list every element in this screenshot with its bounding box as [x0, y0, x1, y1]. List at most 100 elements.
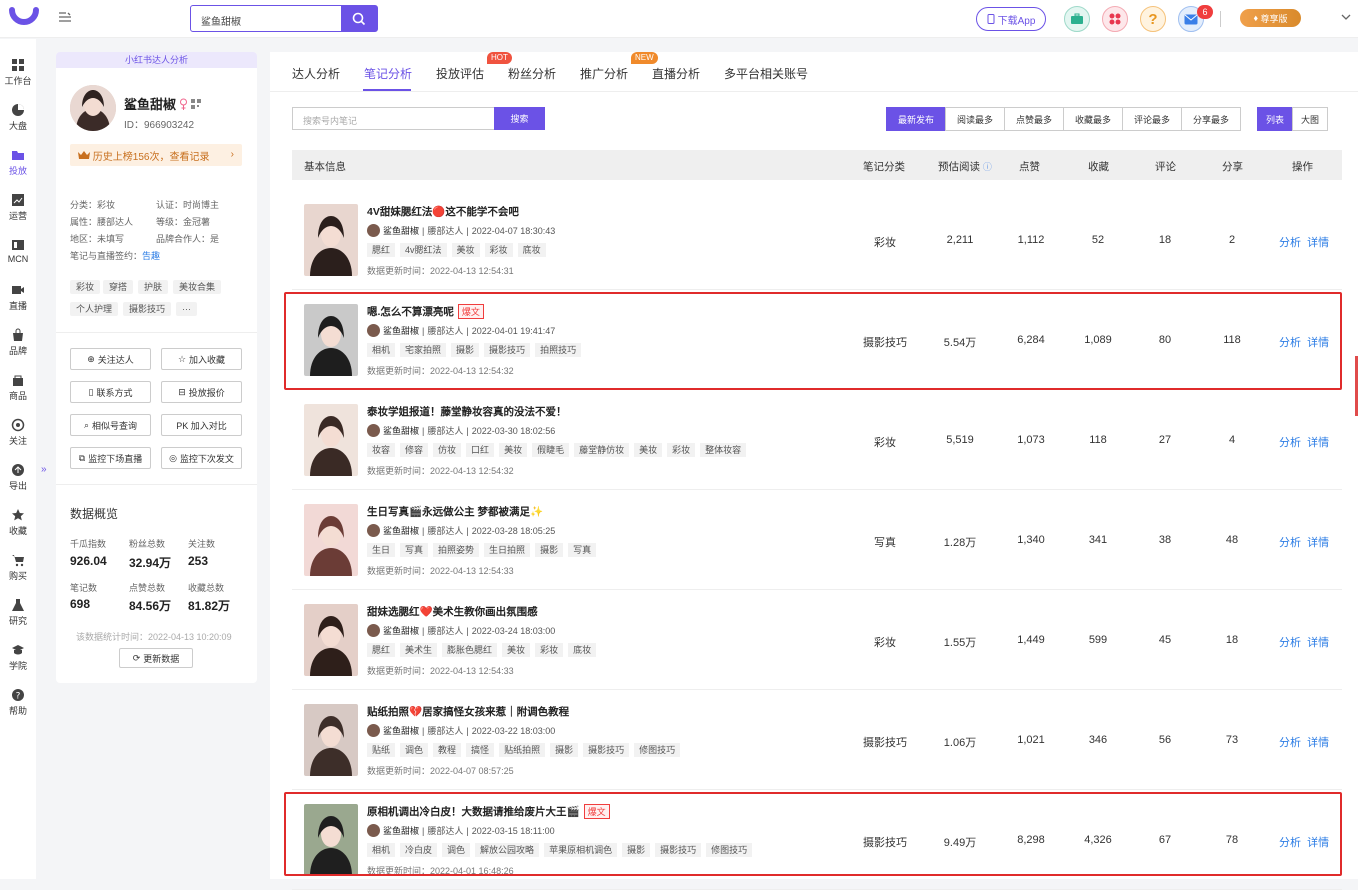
nav-item-research[interactable]: 研究 [0, 586, 36, 628]
favorite-button[interactable]: ☆ 加入收藏 [161, 348, 242, 370]
analyze-link[interactable]: 分析 [1279, 237, 1301, 249]
monitor-post-button[interactable]: ◎ 监控下次发文 [161, 447, 242, 469]
note-tag[interactable]: 摄影 [535, 543, 564, 557]
note-tag[interactable]: 美妆 [634, 443, 663, 457]
view-grid[interactable]: 大图 [1292, 107, 1328, 131]
nav-item-favorites[interactable]: 收藏 [0, 496, 36, 538]
similar-search-button[interactable]: ⌕ 相似号查询 [70, 414, 151, 436]
tab-live[interactable]: 直播分析 [652, 65, 700, 82]
search-input[interactable]: 鲨鱼甜椒 [201, 13, 241, 28]
nav-item-export[interactable]: 导出 [0, 451, 36, 493]
ranking-history-link[interactable]: 历史上榜156次，查看记录 › [70, 144, 242, 166]
chevron-down-icon[interactable] [1341, 12, 1351, 22]
search-button[interactable] [341, 6, 377, 31]
sort-shares[interactable]: 分享最多 [1181, 107, 1241, 131]
collapse-toggle-icon[interactable]: » [41, 464, 47, 475]
note-tag[interactable]: 教程 [433, 743, 462, 757]
tab-influencer[interactable]: 达人分析 [292, 65, 340, 82]
note-tag[interactable]: 腮红 [367, 643, 396, 657]
note-tag[interactable]: 生日拍照 [484, 543, 531, 557]
note-tag[interactable]: 拍照姿势 [433, 543, 480, 557]
nav-item-academy[interactable]: 学院 [0, 631, 36, 673]
note-thumbnail[interactable] [304, 204, 358, 276]
note-tag[interactable]: 调色 [400, 743, 429, 757]
nav-item-market[interactable]: 大盘 [0, 91, 36, 133]
note-tag[interactable]: 修图技巧 [634, 743, 681, 757]
analyze-link[interactable]: 分析 [1279, 737, 1301, 749]
detail-link[interactable]: 详情 [1307, 537, 1329, 549]
note-tag[interactable]: 搞怪 [466, 743, 495, 757]
sort-likes[interactable]: 点赞最多 [1004, 107, 1064, 131]
tab-multiplatform[interactable]: 多平台相关账号 [724, 65, 808, 82]
note-tag[interactable]: 美妆 [499, 443, 528, 457]
briefcase-button[interactable] [1064, 6, 1090, 32]
note-title[interactable]: 生日写真🎬永远做公主 梦都被满足✨ [367, 504, 543, 519]
nav-item-operation[interactable]: 运营 [0, 181, 36, 223]
note-title[interactable]: 泰妆学姐报道！藤堂静妆容真的没法不爱！ [367, 404, 567, 419]
note-tag[interactable]: 美术生 [400, 643, 438, 657]
help-button[interactable]: ? [1140, 6, 1166, 32]
note-tag[interactable]: 摄影 [550, 743, 579, 757]
qrcode-icon[interactable] [191, 98, 202, 109]
note-tag[interactable]: 4v腮红法 [400, 243, 447, 257]
detail-link[interactable]: 详情 [1307, 237, 1329, 249]
quote-button[interactable]: ⊟ 投放报价 [161, 381, 242, 403]
follow-button[interactable]: ⊕ 关注达人 [70, 348, 151, 370]
note-thumbnail[interactable] [304, 704, 358, 776]
note-tag[interactable]: 贴纸 [367, 743, 396, 757]
detail-link[interactable]: 详情 [1307, 637, 1329, 649]
note-title[interactable]: 4V甜妹腮红法🔴这不能学不会吧 [367, 204, 519, 219]
download-app-button[interactable]: 下载App [976, 7, 1046, 31]
note-tag[interactable]: 藤堂静仿妆 [574, 443, 630, 457]
note-tag[interactable]: 写真 [568, 543, 597, 557]
note-tag[interactable]: 底妆 [517, 243, 546, 257]
nav-item-help[interactable]: ? 帮助 [0, 676, 36, 718]
note-tag[interactable]: 膨胀色腮红 [442, 643, 498, 657]
note-search-button[interactable]: 搜索 [494, 107, 545, 130]
refresh-button[interactable]: ⟳ 更新数据 [119, 648, 193, 668]
compare-button[interactable]: PK 加入对比 [161, 414, 242, 436]
note-tag[interactable]: 仿妆 [433, 443, 462, 457]
tab-promotion[interactable]: 推广分析 [580, 65, 628, 82]
nav-item-workbench[interactable]: 工作台 [0, 46, 36, 88]
monitor-live-button[interactable]: ⧉ 监控下场直播 [70, 447, 151, 469]
note-thumbnail[interactable] [304, 404, 358, 476]
analyze-link[interactable]: 分析 [1279, 537, 1301, 549]
detail-link[interactable]: 详情 [1307, 737, 1329, 749]
nav-item-brand[interactable]: 品牌 [0, 316, 36, 358]
note-tag[interactable]: 美妆 [451, 243, 480, 257]
note-tag[interactable]: 口红 [466, 443, 495, 457]
note-tag[interactable]: 假睫毛 [532, 443, 570, 457]
sign-link[interactable]: 告趣 [142, 251, 160, 261]
nav-item-purchase[interactable]: 购买 [0, 541, 36, 583]
sort-comments[interactable]: 评论最多 [1122, 107, 1182, 131]
info-icon[interactable]: ⓘ [983, 162, 992, 172]
nav-item-follow[interactable]: 关注 [0, 406, 36, 448]
note-thumbnail[interactable] [304, 504, 358, 576]
analyze-link[interactable]: 分析 [1279, 637, 1301, 649]
note-title[interactable]: 甜妹选腮红❤️美术生教你画出氛围感 [367, 604, 538, 619]
detail-link[interactable]: 详情 [1307, 437, 1329, 449]
note-tag[interactable]: 修容 [400, 443, 429, 457]
vip-badge[interactable]: ♦ 尊享版 [1240, 9, 1301, 27]
tab-notes[interactable]: 笔记分析 [364, 65, 412, 82]
nav-item-delivery[interactable]: 投放 [0, 136, 36, 178]
view-list[interactable]: 列表 [1257, 107, 1293, 131]
note-tag[interactable]: 美妆 [502, 643, 531, 657]
note-tag[interactable]: 妆容 [367, 443, 396, 457]
logo-icon[interactable] [8, 4, 40, 34]
tab-delivery[interactable]: 投放评估 [436, 65, 484, 82]
sort-latest[interactable]: 最新发布 [886, 107, 946, 131]
nav-item-goods[interactable]: 商品 [0, 361, 36, 403]
note-title[interactable]: 贴纸拍照💔居家搞怪女孩来惹｜附调色教程 [367, 704, 569, 719]
note-thumbnail[interactable] [304, 604, 358, 676]
tab-fans[interactable]: 粉丝分析 [508, 65, 556, 82]
note-tag[interactable]: 彩妆 [667, 443, 696, 457]
note-tag[interactable]: 彩妆 [535, 643, 564, 657]
note-tag[interactable]: 整体妆容 [700, 443, 747, 457]
nav-item-live[interactable]: 直播 [0, 271, 36, 313]
note-search-input[interactable]: 搜索号内笔记 [292, 107, 494, 130]
note-tag[interactable]: 底妆 [568, 643, 597, 657]
analyze-link[interactable]: 分析 [1279, 437, 1301, 449]
note-tag[interactable]: 腮红 [367, 243, 396, 257]
